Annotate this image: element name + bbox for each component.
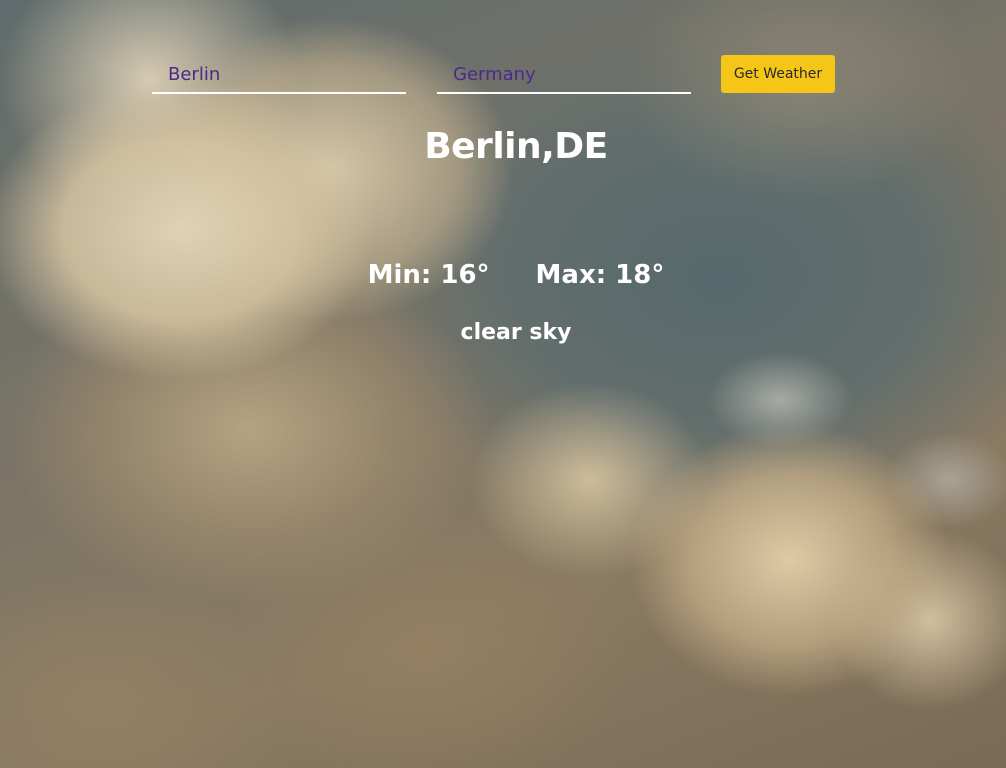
weather-description: clear sky [460, 320, 572, 345]
weather-app: Get Weather Berlin,DE Min: 16° Max: 18° c… [0, 0, 1006, 768]
country-input[interactable] [437, 56, 691, 94]
city-input[interactable] [152, 56, 406, 94]
max-temperature: Max: 18° [535, 260, 665, 290]
get-weather-button[interactable]: Get Weather [721, 55, 835, 93]
temperature-range: Min: 16° Max: 18° [0, 260, 1006, 290]
min-temperature: Min: 16° [367, 260, 490, 290]
location-title: Berlin,DE [424, 126, 608, 167]
